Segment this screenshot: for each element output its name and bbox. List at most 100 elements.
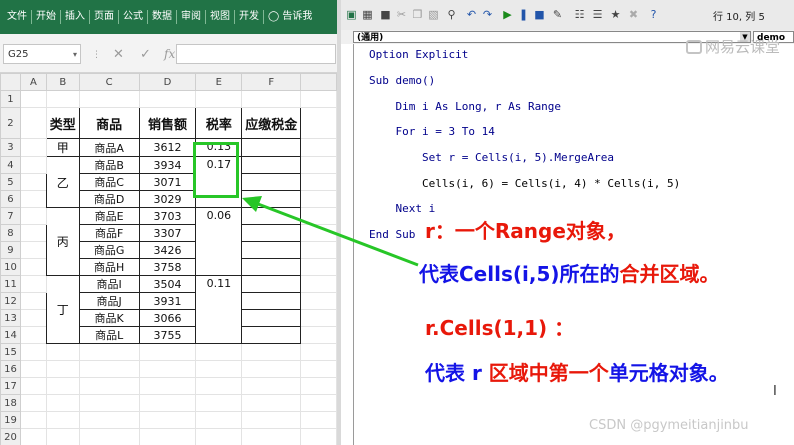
code-line[interactable]: For i = 3 To 14 [369, 125, 494, 138]
rate-cell[interactable]: 0.11 [195, 275, 243, 344]
cell[interactable] [138, 394, 197, 412]
column-header[interactable]: F [241, 73, 302, 91]
row-header[interactable]: 3 [0, 138, 21, 157]
row-header[interactable]: 14 [0, 326, 21, 344]
tax-cell[interactable] [241, 326, 302, 344]
row-header[interactable]: 8 [0, 224, 21, 242]
cell[interactable] [19, 360, 47, 378]
properties-icon[interactable]: ☰ [591, 8, 604, 21]
row-header[interactable]: 11 [0, 275, 21, 293]
cell[interactable] [45, 377, 80, 395]
cell[interactable] [19, 107, 47, 139]
row-header[interactable]: 1 [0, 90, 21, 108]
tab-file[interactable]: 文件 [4, 0, 30, 34]
cut-icon[interactable]: ✂ [395, 8, 408, 21]
sales-cell[interactable]: 3426 [138, 241, 197, 259]
sales-cell[interactable]: 3758 [138, 258, 197, 276]
cell[interactable] [19, 241, 47, 259]
cell[interactable] [19, 190, 47, 208]
cell[interactable] [78, 90, 140, 108]
sales-cell[interactable]: 3934 [138, 156, 197, 174]
type-cell[interactable]: 丙 [45, 207, 80, 276]
toolbox-icon[interactable]: ✖ [627, 8, 640, 21]
tax-cell[interactable] [241, 190, 302, 208]
cell[interactable] [241, 90, 302, 108]
tax-cell[interactable] [241, 275, 302, 293]
tab-view[interactable]: 视图 [207, 0, 233, 34]
cell[interactable] [300, 360, 337, 378]
product-cell[interactable]: 商品D [78, 190, 140, 208]
tell-me-search[interactable]: ◯ 告诉我 [265, 0, 315, 34]
tax-cell[interactable] [241, 258, 302, 276]
cell[interactable] [241, 360, 302, 378]
find-icon[interactable]: ⚲ [445, 8, 458, 21]
cell[interactable] [300, 156, 337, 174]
insert-function-icon[interactable]: fx [164, 47, 175, 61]
sales-cell[interactable]: 3931 [138, 292, 197, 310]
cell[interactable] [195, 90, 243, 108]
cell[interactable] [195, 360, 243, 378]
product-cell[interactable]: 商品L [78, 326, 140, 344]
cell[interactable] [138, 428, 197, 445]
formula-input[interactable] [176, 44, 336, 64]
code-line[interactable]: Next i [369, 202, 435, 215]
cell[interactable] [19, 309, 47, 327]
cell[interactable] [195, 394, 243, 412]
sales-cell[interactable]: 3071 [138, 173, 197, 191]
column-header[interactable] [300, 73, 337, 91]
tab-formulas[interactable]: 公式 [120, 0, 146, 34]
cancel-icon[interactable]: ✕ [113, 47, 124, 62]
cell[interactable] [19, 90, 47, 108]
help-icon[interactable]: ? [647, 8, 660, 21]
tax-cell[interactable] [241, 173, 302, 191]
column-header[interactable]: A [19, 73, 47, 91]
cell[interactable] [195, 428, 243, 445]
cell[interactable] [78, 411, 140, 429]
cell[interactable] [45, 394, 80, 412]
cell[interactable] [300, 190, 337, 208]
cell[interactable] [300, 107, 337, 139]
row-header[interactable]: 4 [0, 156, 21, 174]
header-tax[interactable]: 应缴税金 [241, 107, 302, 139]
chevron-down-icon[interactable]: ▾ [73, 45, 77, 65]
code-line[interactable]: Set r = Cells(i, 5).MergeArea [369, 151, 614, 164]
row-header[interactable]: 9 [0, 241, 21, 259]
cell[interactable] [19, 394, 47, 412]
row-header[interactable]: 13 [0, 309, 21, 327]
cell[interactable] [78, 394, 140, 412]
type-cell[interactable]: 丁 [45, 275, 80, 344]
tab-data[interactable]: 数据 [149, 0, 175, 34]
code-line[interactable]: Sub demo() [369, 74, 435, 87]
row-header[interactable]: 5 [0, 173, 21, 191]
cell[interactable] [45, 428, 80, 445]
reset-icon[interactable]: ■ [533, 8, 546, 21]
undo-icon[interactable]: ↶ [465, 8, 478, 21]
type-cell[interactable]: 乙 [45, 156, 80, 208]
code-line[interactable]: Dim i As Long, r As Range [369, 100, 561, 113]
sales-cell[interactable]: 3703 [138, 207, 197, 225]
cell[interactable] [300, 275, 337, 293]
cell[interactable] [138, 411, 197, 429]
cell[interactable] [300, 377, 337, 395]
column-header[interactable]: E [195, 73, 243, 91]
cell[interactable] [241, 394, 302, 412]
cell[interactable] [19, 207, 47, 225]
tab-page[interactable]: 页面 [91, 0, 117, 34]
enter-icon[interactable]: ✓ [140, 47, 151, 62]
header-rate[interactable]: 税率 [195, 107, 243, 139]
tax-cell[interactable] [241, 309, 302, 327]
cell[interactable] [241, 428, 302, 445]
product-cell[interactable]: 商品H [78, 258, 140, 276]
cell[interactable] [241, 343, 302, 361]
cell[interactable] [45, 411, 80, 429]
cell[interactable] [19, 326, 47, 344]
tab-insert[interactable]: 插入 [62, 0, 88, 34]
header-sales[interactable]: 销售额 [138, 107, 197, 139]
copy-icon[interactable]: ❐ [411, 8, 424, 21]
cell[interactable] [300, 292, 337, 310]
project-explorer-icon[interactable]: ☷ [573, 8, 586, 21]
cell[interactable] [19, 377, 47, 395]
cell[interactable] [300, 173, 337, 191]
run-icon[interactable]: ▶ [501, 8, 514, 21]
row-header[interactable]: 20 [0, 428, 21, 445]
